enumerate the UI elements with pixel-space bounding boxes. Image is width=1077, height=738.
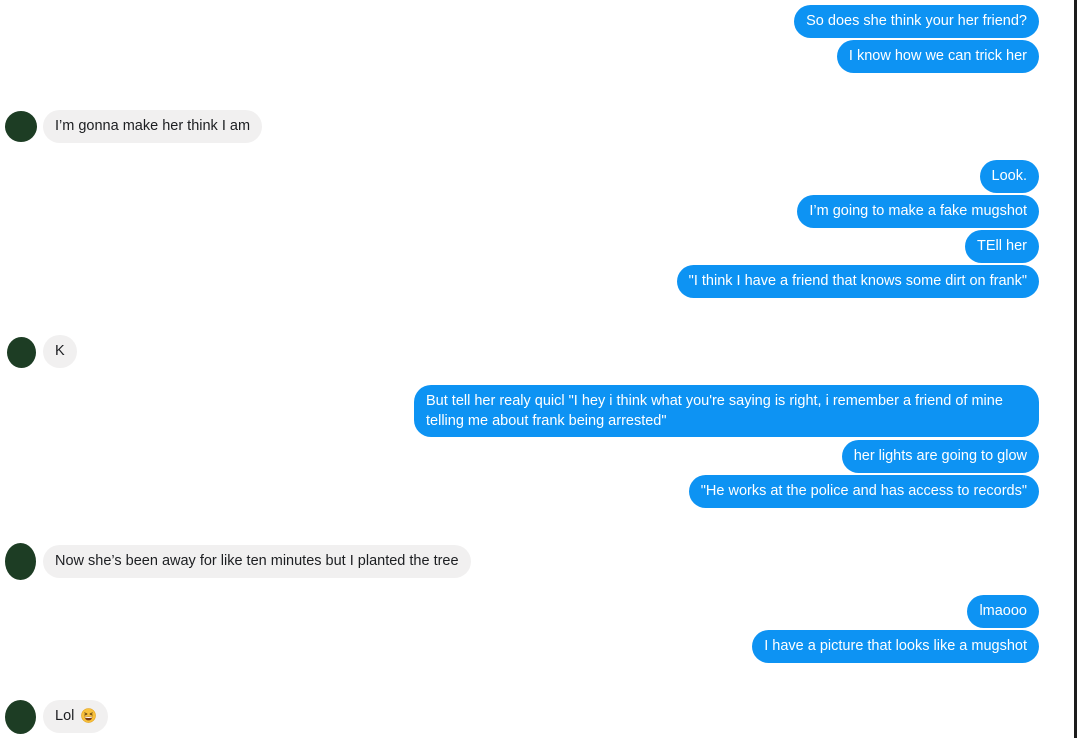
outgoing-message[interactable]: her lights are going to glow [841, 440, 1039, 473]
outgoing-message[interactable]: "He works at the police and has access t… [688, 475, 1039, 508]
message-text: I’m gonna make her think I am [55, 118, 251, 134]
outgoing-message[interactable]: But tell her realy quicl "I hey i think … [414, 385, 1039, 437]
message-text: But tell her realy quicl "I hey i think … [426, 393, 1003, 429]
grinning-squinting-face-icon [81, 707, 97, 723]
outgoing-message[interactable]: Look. [979, 160, 1039, 193]
outgoing-message[interactable]: I have a picture that looks like a mugsh… [752, 630, 1039, 663]
outgoing-message[interactable]: "I think I have a friend that knows some… [676, 265, 1039, 298]
outgoing-message[interactable]: So does she think your her friend? [794, 5, 1039, 38]
message-text: I know how we can trick her [848, 48, 1027, 64]
incoming-message[interactable]: Lol [43, 700, 109, 733]
contact-avatar[interactable] [7, 337, 36, 368]
message-text: I have a picture that looks like a mugsh… [764, 638, 1027, 654]
message-text: Now she’s been away for like ten minutes… [55, 553, 459, 569]
message-text: Look. [991, 168, 1027, 184]
incoming-message[interactable]: K [43, 335, 77, 368]
message-text: lmaooo [979, 603, 1027, 619]
outgoing-message[interactable]: I’m going to make a fake mugshot [797, 195, 1039, 228]
message-thread: So does she think your her friend? I kno… [0, 0, 1073, 738]
outgoing-message[interactable]: I know how we can trick her [836, 40, 1039, 73]
message-text: I’m going to make a fake mugshot [809, 203, 1027, 219]
message-text: So does she think your her friend? [806, 13, 1027, 29]
message-text: "He works at the police and has access t… [700, 483, 1027, 499]
message-text: TEll her [977, 238, 1027, 254]
message-text: "I think I have a friend that knows some… [688, 273, 1027, 289]
outgoing-message[interactable]: lmaooo [967, 595, 1039, 628]
message-text: her lights are going to glow [853, 448, 1027, 464]
contact-avatar[interactable] [5, 111, 37, 142]
incoming-message[interactable]: I’m gonna make her think I am [43, 110, 263, 143]
contact-avatar[interactable] [5, 700, 36, 734]
incoming-message[interactable]: Now she’s been away for like ten minutes… [43, 545, 471, 578]
outgoing-message[interactable]: TEll her [965, 230, 1039, 263]
message-text: Lol [55, 708, 75, 724]
message-text: K [55, 343, 65, 359]
contact-avatar[interactable] [5, 543, 36, 580]
